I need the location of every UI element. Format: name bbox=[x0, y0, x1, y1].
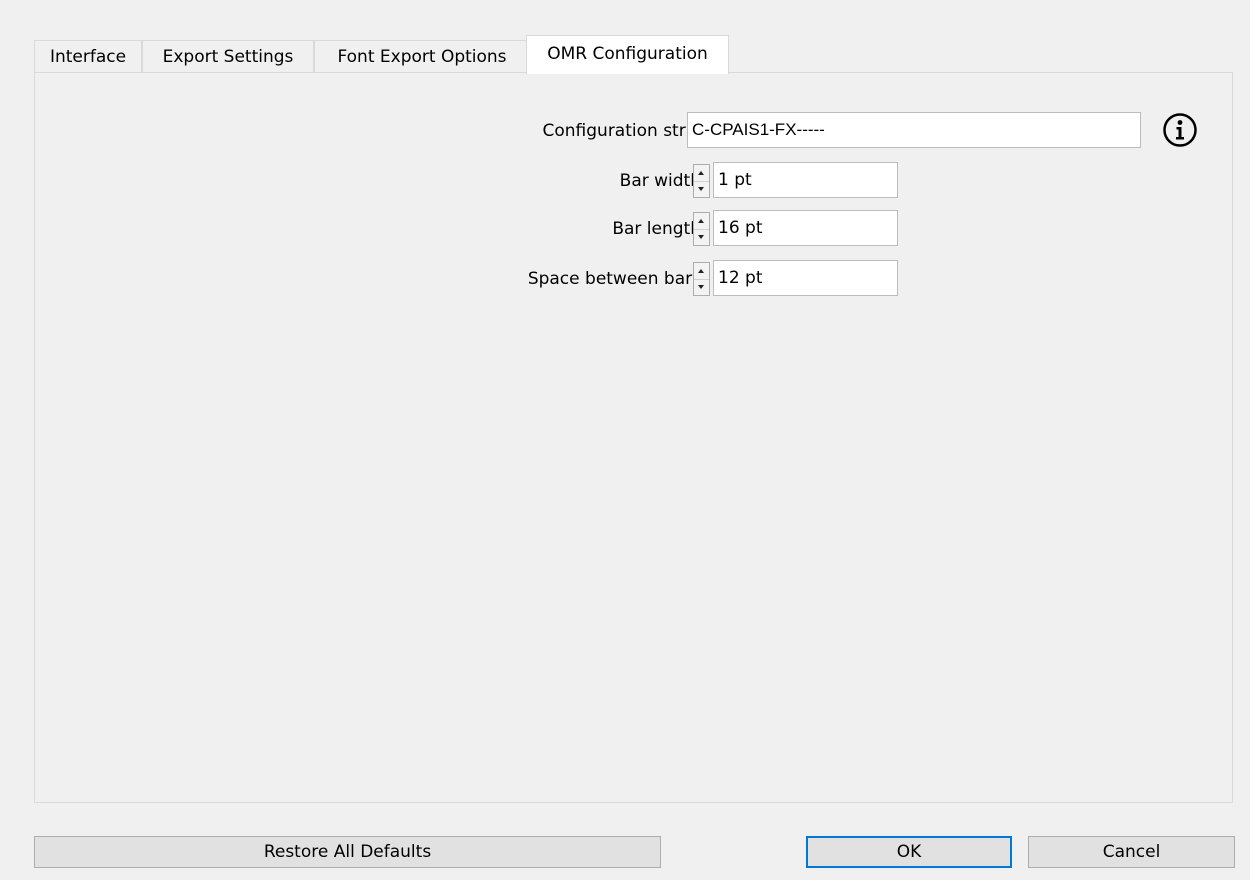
bar-width-stepper[interactable] bbox=[693, 164, 710, 198]
space-between-bars-decrement-button[interactable] bbox=[694, 279, 709, 295]
bar-width-decrement-button[interactable] bbox=[694, 181, 709, 197]
configuration-string-input[interactable]: C-CPAIS1-FX----- bbox=[687, 112, 1141, 148]
bar-length-increment-button[interactable] bbox=[694, 213, 709, 230]
omr-configuration-panel: Configuration string C-CPAIS1-FX----- Ba… bbox=[34, 72, 1233, 803]
restore-all-defaults-button[interactable]: Restore All Defaults bbox=[34, 836, 661, 868]
tab-omr-configuration[interactable]: OMR Configuration bbox=[526, 35, 729, 74]
info-circle-icon[interactable] bbox=[1161, 111, 1199, 149]
tab-interface[interactable]: Interface bbox=[34, 40, 142, 72]
tab-font-export-options[interactable]: Font Export Options bbox=[314, 40, 530, 72]
space-between-bars-input[interactable]: 12 pt bbox=[713, 260, 898, 296]
space-between-bars-increment-button[interactable] bbox=[694, 263, 709, 280]
ok-button[interactable]: OK bbox=[806, 836, 1012, 868]
cancel-button[interactable]: Cancel bbox=[1028, 836, 1235, 868]
tab-export-settings[interactable]: Export Settings bbox=[142, 40, 314, 72]
bar-length-stepper[interactable] bbox=[693, 212, 710, 246]
space-between-bars-stepper[interactable] bbox=[693, 262, 710, 296]
space-between-bars-label: Space between bars bbox=[527, 269, 701, 289]
bar-width-increment-button[interactable] bbox=[694, 165, 709, 182]
bar-length-input[interactable]: 16 pt bbox=[713, 210, 898, 246]
bar-length-decrement-button[interactable] bbox=[694, 229, 709, 245]
bar-width-label: Bar width bbox=[619, 171, 701, 191]
bar-width-input[interactable]: 1 pt bbox=[713, 162, 898, 198]
bar-length-label: Bar length bbox=[612, 219, 701, 239]
